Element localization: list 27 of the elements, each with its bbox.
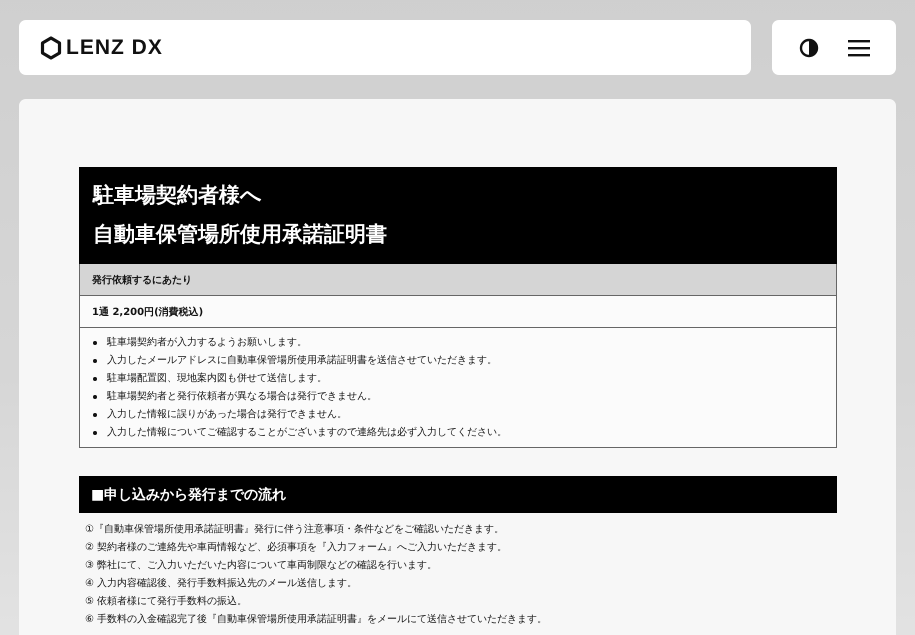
bullet-icon <box>93 359 97 363</box>
price-row: 1通 2,200円(消費税込) <box>79 296 837 328</box>
subheading-row: 発行依頼するにあたり <box>79 264 837 296</box>
section-heading: ■申し込みから発行までの流れ <box>79 476 837 513</box>
logo-icon <box>39 36 63 60</box>
flow-step: ④ 入力内容確認後、発行手数料振込先のメール送信します。 <box>85 575 831 593</box>
bullet-icon <box>93 341 97 345</box>
bullet-icon <box>93 431 97 435</box>
notice-item: 駐車場配置図、現地案内図も併せて送信します。 <box>107 372 327 386</box>
contrast-icon[interactable] <box>798 38 818 58</box>
bullet-icon <box>93 377 97 381</box>
notice-item: 入力したメールアドレスに自動車保管場所使用承諾証明書を送信させていただきます。 <box>107 354 497 368</box>
notice-item: 駐車場契約者が入力するようお願いします。 <box>107 336 307 350</box>
title-line: 自動車保管場所使用承諾証明書 <box>93 221 388 248</box>
flow-step: ⑤ 依頼者様にて発行手数料の振込。 <box>85 593 831 611</box>
notice-item: 駐車場契約者と発行依頼者が異なる場合は発行できません。 <box>107 390 377 404</box>
notice-item: 入力した情報についてご確認することがございますので連絡先は必ず入力してください。 <box>107 426 507 440</box>
bullet-icon <box>93 413 97 417</box>
menu-icon[interactable] <box>848 38 870 56</box>
bullet-icon <box>93 395 97 399</box>
notice-item: 入力した情報に誤りがあった場合は発行できません。 <box>107 408 347 422</box>
flow-step: ③ 弊社にて、ご入力いただいた内容について車両制限などの確認を行います。 <box>85 557 831 575</box>
title-line: 駐車場契約者様へ <box>93 182 263 209</box>
logo-text: LENZ DX <box>66 36 163 60</box>
flow-step: ② 契約者様のご連絡先や車両情報など、必須事項を『入力フォーム』へご入力いただきます。 <box>85 539 831 557</box>
flow-step: ⑥ 手数料の入金確認完了後『自動車保管場所使用承諾証明書』をメールにて送信させていただきます。 <box>85 611 831 629</box>
flow-step: ①『自動車保管場所使用承諾証明書』発行に伴う注意事項・条件などをご確認いただきます。 <box>85 521 831 539</box>
